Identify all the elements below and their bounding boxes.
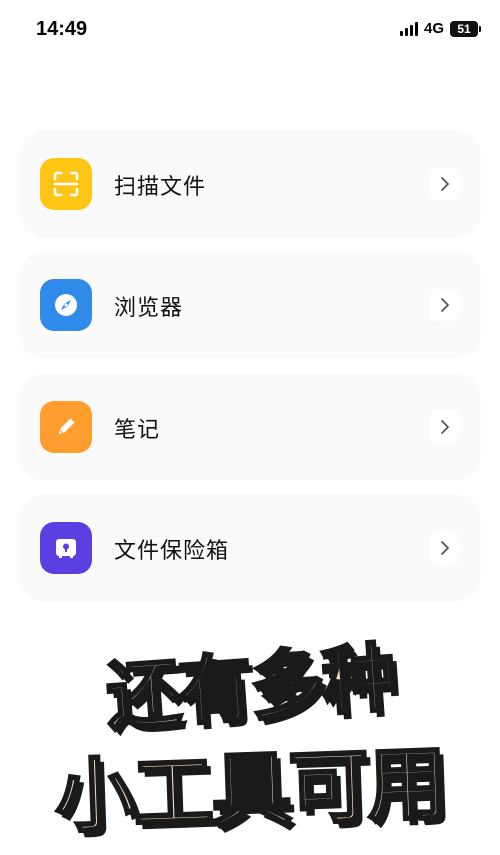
menu-item-label: 文件保险箱 — [114, 539, 230, 564]
chevron-right-icon — [430, 168, 460, 200]
status-indicators: 4G 51 — [399, 20, 481, 37]
status-time: 14:49 — [36, 18, 88, 40]
status-bar: 14:49 4G 51 — [0, 0, 500, 60]
menu-item-notes[interactable]: 笔记 — [20, 374, 480, 480]
promo-caption: 还有多种 小工具可用 — [40, 620, 460, 846]
menu-item-file-safe[interactable]: 文件保险箱 — [20, 495, 480, 601]
chevron-right-icon — [430, 289, 460, 321]
menu-item-browser[interactable]: 浏览器 — [20, 252, 480, 358]
compass-icon — [40, 279, 92, 331]
safe-icon — [40, 522, 92, 574]
chevron-right-icon — [430, 532, 460, 564]
battery-level: 51 — [457, 21, 471, 36]
menu-item-label: 扫描文件 — [114, 175, 207, 200]
scan-icon — [40, 158, 92, 210]
menu-item-label: 笔记 — [114, 418, 161, 443]
promo-line-2: 小工具可用 — [52, 736, 448, 846]
chevron-right-icon — [430, 411, 460, 443]
menu-item-scan-files[interactable]: 扫描文件 — [20, 131, 480, 237]
battery-icon: 51 — [450, 20, 481, 37]
signal-icon — [399, 21, 418, 36]
pencil-icon — [40, 401, 92, 453]
network-type: 4G — [423, 20, 444, 37]
menu-item-label: 浏览器 — [114, 296, 184, 321]
